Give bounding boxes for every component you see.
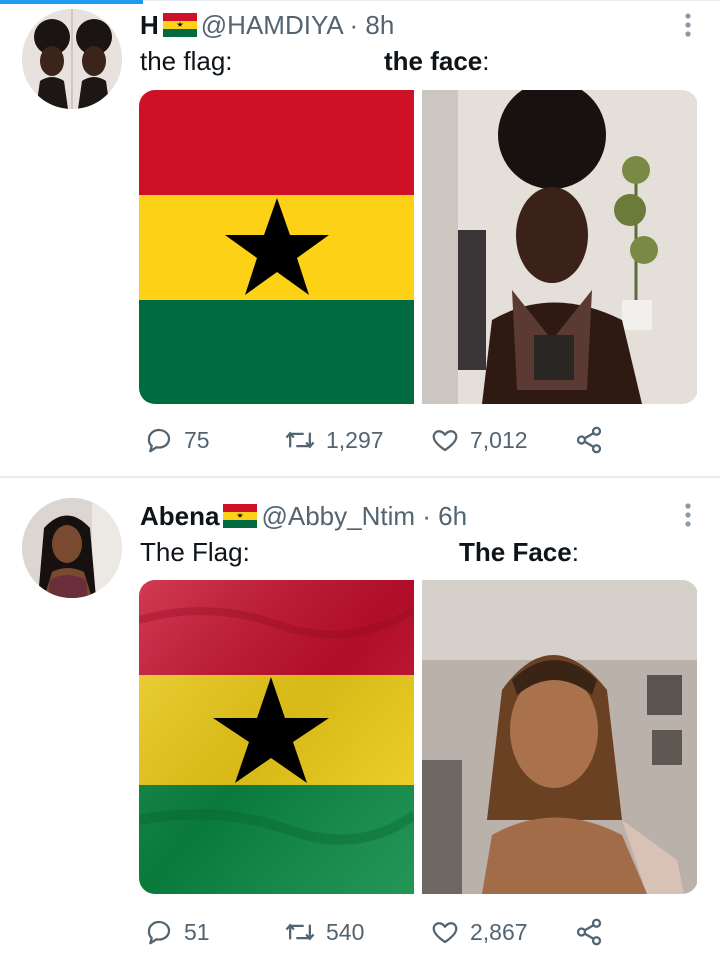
reply-button[interactable]: 51 [144, 912, 210, 952]
tweet-text-left: the flag: [140, 46, 233, 76]
retweet-icon [284, 917, 316, 947]
separator-dot: · [349, 10, 359, 40]
reply-count: 75 [184, 426, 210, 453]
more-vertical-icon[interactable] [684, 502, 692, 533]
user-handle[interactable]: @Abby_Ntim [261, 501, 415, 531]
tweet-time[interactable]: 8h [365, 10, 394, 40]
tweet-text-right: The Face: [459, 537, 579, 567]
avatar[interactable] [22, 9, 122, 109]
ghana-flag-emoji [223, 504, 258, 534]
retweet-button[interactable]: 540 [284, 912, 364, 952]
ghana-flag-image[interactable] [139, 580, 414, 894]
tweet-time[interactable]: 6h [438, 501, 467, 531]
heart-icon [430, 917, 460, 947]
tweet-actions: 51 540 2,867 [140, 912, 620, 952]
like-count: 7,012 [470, 426, 528, 453]
media-grid[interactable] [139, 90, 698, 404]
avatar[interactable] [22, 498, 122, 598]
reply-icon [144, 917, 174, 947]
tweet[interactable]: H @HAMDIYA · 8h the flag: the face: 75 1… [0, 4, 720, 476]
tweet-text-colon: : [482, 46, 490, 76]
tweet-header: H @HAMDIYA · 8h [140, 10, 394, 43]
display-name[interactable]: Abena [140, 501, 219, 531]
share-icon [574, 917, 604, 947]
like-button[interactable]: 2,867 [430, 912, 528, 952]
ghana-flag-image[interactable] [139, 90, 414, 404]
more-vertical-icon[interactable] [684, 12, 692, 43]
heart-icon [430, 425, 460, 455]
top-border [143, 0, 720, 1]
reply-icon [144, 425, 174, 455]
user-handle[interactable]: @HAMDIYA [201, 10, 343, 40]
separator-dot: · [422, 501, 431, 531]
reply-count: 51 [184, 918, 210, 945]
tweet-text-right: the face: [384, 46, 490, 76]
tweet-text-colon: : [571, 537, 579, 567]
tweet-text-bold: The Face [459, 537, 572, 567]
display-name[interactable]: H [140, 10, 159, 40]
retweet-icon [284, 425, 316, 455]
like-button[interactable]: 7,012 [430, 420, 528, 460]
portrait-photo[interactable] [422, 90, 697, 404]
tweet[interactable]: Abena @Abby_Ntim · 6h The Flag: The Face: [0, 478, 720, 962]
like-count: 2,867 [470, 918, 528, 945]
retweet-button[interactable]: 1,297 [284, 420, 384, 460]
portrait-photo[interactable] [422, 580, 697, 894]
share-button[interactable] [574, 420, 604, 460]
tweet-actions: 75 1,297 7,012 [140, 420, 620, 460]
ghana-flag-emoji [162, 13, 197, 43]
retweet-count: 1,297 [326, 426, 384, 453]
share-button[interactable] [574, 912, 604, 952]
tweet-text-left: The Flag: [140, 537, 250, 567]
share-icon [574, 425, 604, 455]
tweet-header: Abena @Abby_Ntim · 6h [140, 501, 467, 534]
media-grid[interactable] [139, 580, 698, 894]
retweet-count: 540 [326, 918, 365, 945]
tweet-text-bold: the face [384, 46, 483, 76]
reply-button[interactable]: 75 [144, 420, 210, 460]
